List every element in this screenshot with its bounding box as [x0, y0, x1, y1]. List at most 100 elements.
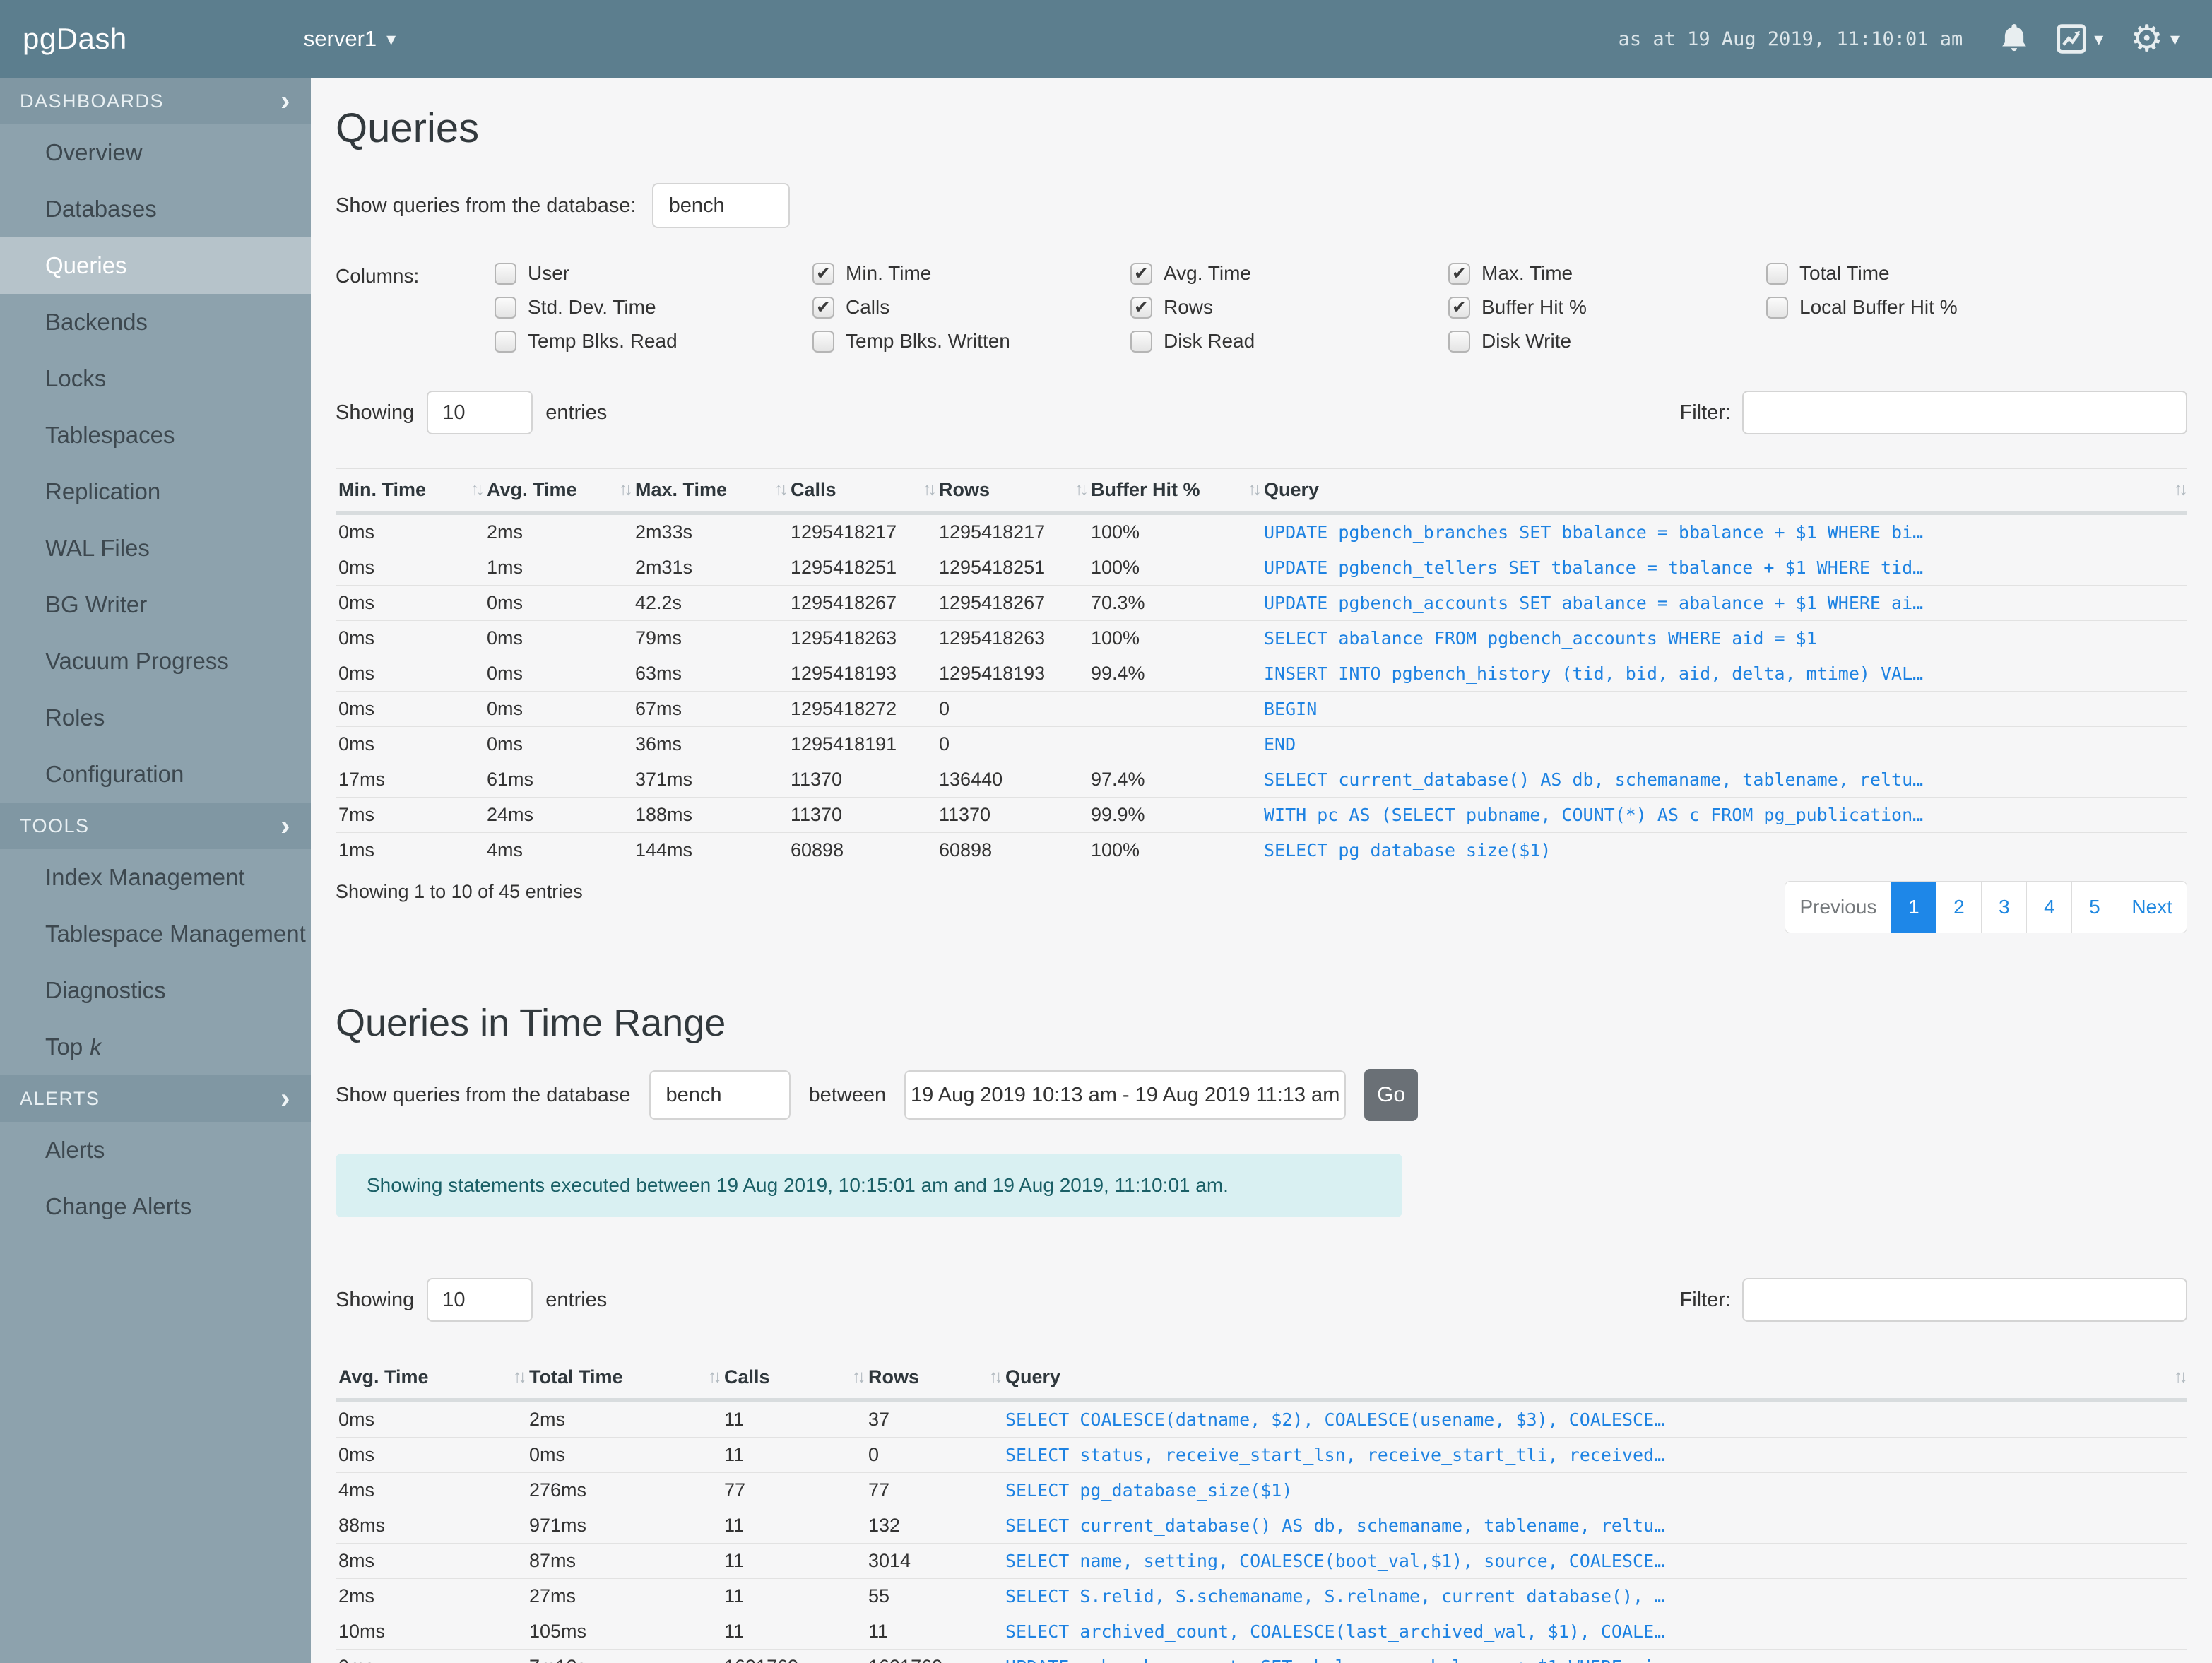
page-button-2[interactable]: 2 — [1936, 882, 1981, 933]
checkbox-icon[interactable] — [495, 330, 516, 353]
checkbox-icon[interactable]: ✔ — [812, 296, 834, 319]
column-header-buffer-hit[interactable]: Buffer Hit % ↑↓ — [1088, 468, 1262, 515]
query-link[interactable]: SELECT current_database() AS db, scheman… — [1005, 1515, 1664, 1536]
query-link[interactable]: SELECT COALESCE(datname, $2), COALESCE(u… — [1005, 1409, 1664, 1430]
previous-page-button[interactable]: Previous — [1785, 882, 1891, 933]
checkbox-icon[interactable] — [495, 296, 516, 319]
page-button-5[interactable]: 5 — [2071, 882, 2117, 933]
column-toggle-user[interactable]: User — [495, 262, 812, 285]
query-link[interactable]: INSERT INTO pgbench_history (tid, bid, a… — [1264, 663, 1923, 684]
sidebar-item-databases[interactable]: Databases — [0, 181, 311, 237]
column-toggle-local-buffer-hit[interactable]: Local Buffer Hit % — [1766, 296, 2084, 319]
column-toggle-calls[interactable]: ✔ Calls — [812, 296, 1130, 319]
column-header-total-time[interactable]: Total Time ↑↓ — [526, 1356, 722, 1402]
query-link[interactable]: SELECT pg_database_size($1) — [1264, 840, 1551, 860]
column-toggle-disk-write[interactable]: Disk Write — [1448, 330, 1766, 353]
column-toggle-avg-time[interactable]: ✔ Avg. Time — [1130, 262, 1448, 285]
query-link[interactable]: SELECT pg_database_size($1) — [1005, 1480, 1292, 1501]
column-header-query[interactable]: Query ↑↓ — [1261, 468, 2188, 515]
sidebar-item-top-k[interactable]: Top k — [0, 1019, 311, 1075]
checkbox-icon[interactable]: ✔ — [1448, 262, 1470, 285]
column-header-calls[interactable]: Calls ↑↓ — [721, 1356, 866, 1402]
sort-icon[interactable]: ↑↓ — [852, 1366, 866, 1387]
column-toggle-disk-read[interactable]: Disk Read — [1130, 330, 1448, 353]
sidebar-item-queries[interactable]: Queries — [0, 237, 311, 294]
sort-icon[interactable]: ↑↓ — [1075, 479, 1089, 499]
column-header-calls[interactable]: Calls ↑↓ — [788, 468, 937, 515]
database-input[interactable] — [649, 1070, 791, 1120]
checkbox-icon[interactable] — [1130, 330, 1152, 353]
column-toggle-std-dev-time[interactable]: Std. Dev. Time — [495, 296, 812, 319]
server-selector[interactable]: server1 ▾ — [304, 26, 396, 52]
column-toggle-min-time[interactable]: ✔ Min. Time — [812, 262, 1130, 285]
query-link[interactable]: SELECT archived_count, COALESCE(last_arc… — [1005, 1621, 1664, 1642]
entries-count-input[interactable] — [427, 391, 533, 434]
sort-icon[interactable]: ↑↓ — [2174, 1366, 2188, 1387]
next-page-button[interactable]: Next — [2117, 882, 2187, 933]
database-input[interactable] — [651, 183, 790, 228]
column-header-rows[interactable]: Rows ↑↓ — [936, 468, 1089, 515]
query-link[interactable]: UPDATE pgbench_accounts SET abalance = a… — [1005, 1657, 1664, 1663]
sidebar-item-backends[interactable]: Backends — [0, 294, 311, 350]
sidebar-item-overview[interactable]: Overview — [0, 124, 311, 181]
brand-logo[interactable]: pgDash — [23, 22, 127, 56]
sidebar-item-locks[interactable]: Locks — [0, 350, 311, 407]
query-link[interactable]: UPDATE pgbench_branches SET bbalance = b… — [1264, 522, 1923, 543]
query-link[interactable]: BEGIN — [1264, 699, 1317, 719]
column-header-avg-time[interactable]: Avg. Time ↑↓ — [484, 468, 633, 515]
query-link[interactable]: SELECT status, receive_start_lsn, receiv… — [1005, 1445, 1664, 1465]
query-link[interactable]: SELECT S.relid, S.schemaname, S.relname,… — [1005, 1586, 1664, 1606]
sort-icon[interactable]: ↑↓ — [2174, 479, 2188, 499]
sidebar-item-diagnostics[interactable]: Diagnostics — [0, 962, 311, 1019]
sort-icon[interactable]: ↑↓ — [774, 479, 788, 499]
checkbox-icon[interactable]: ✔ — [1130, 262, 1152, 285]
sidebar-item-vacuum-progress[interactable]: Vacuum Progress — [0, 633, 311, 690]
page-button-4[interactable]: 4 — [2026, 882, 2071, 933]
sidebar-item-roles[interactable]: Roles — [0, 690, 311, 746]
query-link[interactable]: SELECT current_database() AS db, scheman… — [1264, 769, 1923, 790]
sort-icon[interactable]: ↑↓ — [708, 1366, 722, 1387]
sidebar-item-replication[interactable]: Replication — [0, 463, 311, 520]
column-toggle-rows[interactable]: ✔ Rows — [1130, 296, 1448, 319]
column-toggle-temp-blks-written[interactable]: Temp Blks. Written — [812, 330, 1130, 353]
go-button[interactable]: Go — [1364, 1069, 1419, 1121]
checkbox-icon[interactable] — [812, 330, 834, 353]
query-link[interactable]: SELECT name, setting, COALESCE(boot_val,… — [1005, 1551, 1664, 1571]
query-link[interactable]: WITH pc AS (SELECT pubname, COUNT(*) AS … — [1264, 805, 1923, 825]
sort-icon[interactable]: ↑↓ — [923, 479, 937, 499]
entries-count-input[interactable] — [427, 1278, 533, 1322]
bell-icon[interactable] — [1999, 23, 2029, 55]
chart-icon[interactable]: ▾ — [2056, 23, 2103, 54]
checkbox-icon[interactable] — [1448, 330, 1470, 353]
sort-icon[interactable]: ↑↓ — [619, 479, 633, 499]
sidebar-item-tablespaces[interactable]: Tablespaces — [0, 407, 311, 463]
column-header-query[interactable]: Query ↑↓ — [1003, 1356, 2188, 1402]
column-toggle-buffer-hit[interactable]: ✔ Buffer Hit % — [1448, 296, 1766, 319]
sidebar-section-dashboards[interactable]: DASHBOARDS › — [0, 78, 311, 124]
column-header-avg-time[interactable]: Avg. Time ↑↓ — [336, 1356, 527, 1402]
sort-icon[interactable]: ↑↓ — [1248, 479, 1262, 499]
sidebar-item-alerts[interactable]: Alerts — [0, 1122, 311, 1178]
sort-icon[interactable]: ↑↓ — [471, 479, 485, 499]
page-button-3[interactable]: 3 — [1981, 882, 2026, 933]
query-link[interactable]: END — [1264, 734, 1296, 754]
filter-input[interactable] — [1742, 391, 2187, 434]
sort-icon[interactable]: ↑↓ — [989, 1366, 1003, 1387]
query-link[interactable]: UPDATE pgbench_tellers SET tbalance = tb… — [1264, 557, 1923, 578]
sidebar-item-change-alerts[interactable]: Change Alerts — [0, 1178, 311, 1235]
gear-icon[interactable]: ⚙ ▾ — [2130, 20, 2180, 57]
sidebar-section-tools[interactable]: TOOLS › — [0, 803, 311, 849]
sidebar-item-tablespace-management[interactable]: Tablespace Management — [0, 906, 311, 962]
sort-icon[interactable]: ↑↓ — [513, 1366, 527, 1387]
sidebar-section-alerts[interactable]: ALERTS › — [0, 1075, 311, 1122]
checkbox-icon[interactable]: ✔ — [1130, 296, 1152, 319]
sidebar-item-index-management[interactable]: Index Management — [0, 849, 311, 906]
sidebar-item-configuration[interactable]: Configuration — [0, 746, 311, 803]
column-toggle-total-time[interactable]: Total Time — [1766, 262, 2084, 285]
filter-input[interactable] — [1742, 1278, 2187, 1322]
sidebar-item-wal-files[interactable]: WAL Files — [0, 520, 311, 576]
checkbox-icon[interactable]: ✔ — [812, 262, 834, 285]
column-toggle-max-time[interactable]: ✔ Max. Time — [1448, 262, 1766, 285]
checkbox-icon[interactable] — [1766, 296, 1788, 319]
checkbox-icon[interactable] — [1766, 262, 1788, 285]
